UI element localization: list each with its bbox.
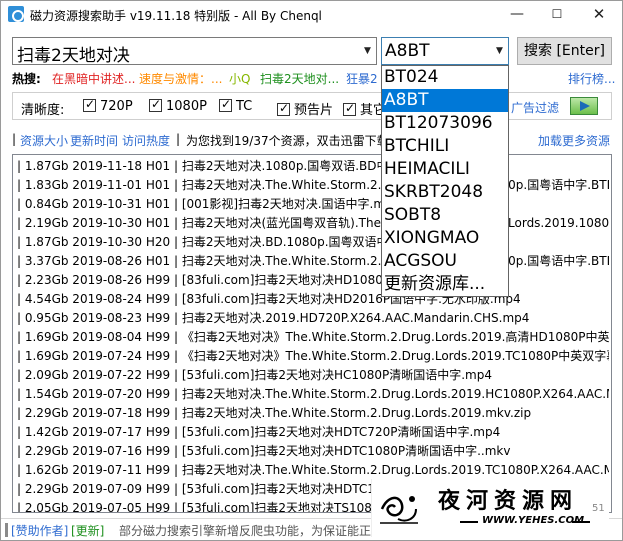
checkbox-checked-icon[interactable] [343, 101, 356, 116]
list-item[interactable]: | 2.29Gb 2019-07-16 H99 | [53fuli.com]扫毒… [17, 442, 609, 461]
maximize-button[interactable]: ☐ [537, 1, 577, 29]
hot-search-item[interactable]: 小Q [229, 70, 250, 87]
checkbox-checked-icon[interactable] [219, 97, 232, 112]
dropdown-option[interactable]: XIONGMAO [382, 227, 508, 250]
update-link[interactable]: [更新] [71, 522, 104, 539]
chevron-down-icon[interactable]: ▼ [491, 38, 508, 64]
list-item[interactable]: | 1.69Gb 2019-08-04 H99 | 《扫毒2天地对决》The.W… [17, 328, 609, 347]
ad-filter-link[interactable]: 广告过滤 [511, 99, 559, 116]
dropdown-option[interactable]: SOBT8 [382, 204, 508, 227]
hot-search-item[interactable]: 速度与激情：... [139, 70, 222, 87]
hot-search-row: 热搜: 在黑暗中讲述... 速度与激情：... 小Q 扫毒2天地对... 狂暴2… [12, 70, 615, 87]
magnet-app-icon [8, 6, 24, 22]
search-query[interactable]: 扫毒2天地对决 [17, 41, 130, 66]
play-icon[interactable] [570, 97, 598, 115]
list-item[interactable]: | 2.09Gb 2019-07-22 H99 | [53fuli.com]扫毒… [17, 366, 609, 385]
watermark-title: 夜河资源网 [438, 488, 579, 514]
sort-info-row: | 资源大小 更新时间 访问热度 | 为您找到19/37个资源，双击迅雷下载 加… [12, 132, 612, 148]
status-divider [5, 523, 8, 537]
list-item[interactable]: | 2.19Gb 2019-10-30 H01 | 扫毒2天地对决(蓝光国粤双音… [17, 214, 609, 233]
ornament-icon [380, 496, 418, 524]
site-watermark: 夜河资源网 WWW.YEHES.COM 51 [371, 479, 609, 537]
dropdown-option[interactable]: BT12073096 [382, 112, 508, 135]
resolution-label: 清晰度: [21, 103, 65, 118]
dropdown-option[interactable]: SKRBT2048 [382, 181, 508, 204]
list-count: 51 [592, 503, 605, 514]
list-item[interactable]: | 3.37Gb 2019-08-26 H01 | 扫毒2天地对决.The.Wh… [17, 252, 609, 271]
checkbox-1080p[interactable]: 1080P [149, 97, 207, 114]
watermark-url: WWW.YEHES.COM [482, 515, 585, 526]
hot-search-item[interactable]: 狂暴2 [346, 70, 378, 87]
sponsor-link[interactable]: [赞助作者] [11, 522, 68, 539]
dropdown-option[interactable]: BT024 [382, 66, 508, 89]
list-item[interactable]: | 1.87Gb 2019-10-30 H20 | 扫毒2天地对决.BD.108… [17, 233, 609, 252]
list-item[interactable]: | 2.23Gb 2019-08-26 H99 | [83fuli.com]扫毒… [17, 271, 609, 290]
hot-search-item[interactable]: 在黑暗中讲述... [52, 70, 135, 87]
site-select-value: A8BT [385, 41, 430, 61]
separator: | [176, 132, 181, 146]
minimize-button[interactable]: — [497, 1, 537, 29]
results-list[interactable]: | 1.87Gb 2019-11-18 H01 | 扫毒2天地对决.1080p.… [12, 154, 612, 513]
watermark-rule [460, 521, 478, 523]
watermark-rule [572, 521, 590, 523]
sort-by-time-link[interactable]: 更新时间 [70, 132, 118, 149]
list-item[interactable]: | 1.83Gb 2019-11-01 H01 | 扫毒2天地对决.The.Wh… [17, 176, 609, 195]
checkbox-checked-icon[interactable] [83, 97, 96, 112]
hot-search-label: 热搜: [12, 72, 41, 86]
list-item[interactable]: | 1.69Gb 2019-07-24 H99 | 《扫毒2天地对决》The.W… [17, 347, 609, 366]
close-button[interactable]: ✕ [579, 1, 619, 29]
checkbox-720p[interactable]: 720P [83, 97, 133, 114]
site-dropdown-list[interactable]: BT024 A8BT BT12073096 BTCHILI HEIMACILI … [381, 65, 509, 297]
window-title: 磁力资源搜索助手 v19.11.18 特别版 - All By Chenql [30, 9, 322, 23]
hot-search-item[interactable]: 扫毒2天地对... [260, 70, 339, 87]
separator: | [12, 132, 17, 146]
sort-by-popularity-link[interactable]: 访问热度 [122, 132, 170, 149]
dropdown-option-update[interactable]: 更新资源库... [382, 273, 508, 296]
chevron-down-icon[interactable]: ▼ [359, 38, 376, 64]
dropdown-option[interactable]: BTCHILI [382, 135, 508, 158]
checkbox-trailer[interactable]: 预告片 [277, 99, 333, 118]
checkbox-tc[interactable]: TC [219, 97, 252, 114]
result-count-message: 为您找到19/37个资源，双击迅雷下载 [186, 134, 389, 148]
sort-by-size-link[interactable]: 资源大小 [20, 132, 68, 149]
search-button[interactable]: 搜索 [Enter] [517, 37, 612, 65]
list-item[interactable]: | 4.54Gb 2019-08-24 H99 | [83fuli.com]扫毒… [17, 290, 609, 309]
checkbox-checked-icon[interactable] [277, 101, 290, 116]
list-item[interactable]: | 0.84Gb 2019-10-31 H01 | [001影视]扫毒2天地对决… [17, 195, 609, 214]
ranking-link[interactable]: 排行榜... [568, 70, 615, 87]
title-bar: 磁力资源搜索助手 v19.11.18 特别版 - All By Chenql —… [1, 1, 622, 29]
checkbox-other[interactable]: 其它 [343, 99, 386, 118]
app-window: 磁力资源搜索助手 v19.11.18 特别版 - All By Chenql —… [0, 0, 623, 541]
list-item[interactable]: | 2.29Gb 2019-07-18 H99 | 扫毒2天地对决.The.Wh… [17, 404, 609, 423]
list-item[interactable]: | 1.62Gb 2019-07-11 H99 | 扫毒2天地对决.The.Wh… [17, 461, 609, 480]
site-select[interactable]: A8BT ▼ [381, 37, 509, 65]
list-item[interactable]: | 1.54Gb 2019-07-20 H99 | 扫毒2天地对决.The.Wh… [17, 385, 609, 404]
list-item[interactable]: | 1.87Gb 2019-11-18 H01 | 扫毒2天地对决.1080p.… [17, 157, 609, 176]
dropdown-option-selected[interactable]: A8BT [382, 89, 508, 112]
checkbox-checked-icon[interactable] [149, 97, 162, 112]
resolution-filter-bar: 清晰度: 720P 1080P TC 预告片 其它 广告过滤 [12, 92, 612, 120]
dropdown-option[interactable]: HEIMACILI [382, 158, 508, 181]
dropdown-option[interactable]: ACGSOU [382, 250, 508, 273]
search-combobox[interactable]: 扫毒2天地对决 ▼ [12, 37, 377, 66]
load-more-link[interactable]: 加载更多资源 [538, 132, 610, 149]
list-item[interactable]: | 0.95Gb 2019-08-23 H99 | 扫毒2天地对决.2019.H… [17, 309, 609, 328]
list-item[interactable]: | 1.42Gb 2019-07-17 H99 | [53fuli.com]扫毒… [17, 423, 609, 442]
